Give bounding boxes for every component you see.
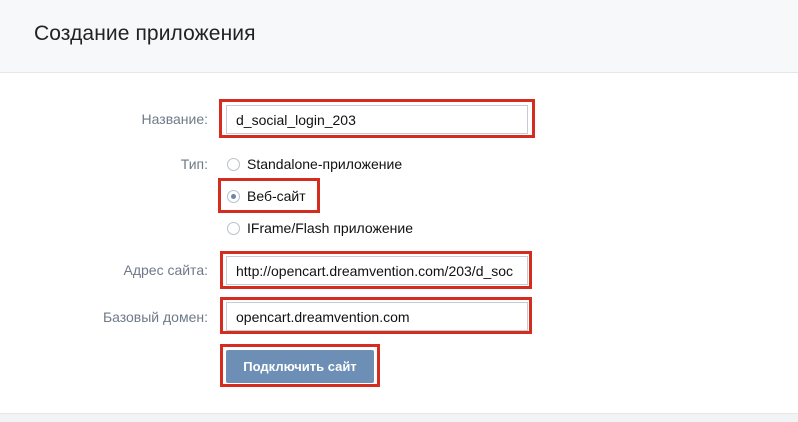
radio-iframe-flash[interactable]: IFrame/Flash приложение	[227, 218, 413, 238]
radio-standalone-label: Standalone-приложение	[247, 156, 403, 172]
type-label: Тип:	[180, 156, 208, 172]
base-domain-label: Базовый домен:	[102, 309, 208, 325]
radio-checked-icon	[227, 189, 240, 203]
connect-site-button[interactable]: Подключить сайт	[226, 350, 374, 383]
page-header: Создание приложения	[0, 0, 798, 73]
radio-website[interactable]: Веб-сайт	[227, 186, 306, 206]
radio-circle-icon	[227, 157, 240, 171]
name-label: Название:	[141, 111, 208, 127]
page-title: Создание приложения	[34, 22, 256, 45]
radio-website-label: Веб-сайт	[247, 188, 306, 204]
radio-iframe-flash-label: IFrame/Flash приложение	[247, 220, 413, 236]
site-address-input[interactable]	[226, 256, 528, 285]
name-input[interactable]	[226, 105, 528, 134]
radio-circle-icon	[227, 221, 240, 235]
radio-standalone[interactable]: Standalone-приложение	[227, 154, 402, 174]
site-address-label: Адрес сайта:	[123, 262, 208, 278]
base-domain-input[interactable]	[226, 302, 528, 331]
